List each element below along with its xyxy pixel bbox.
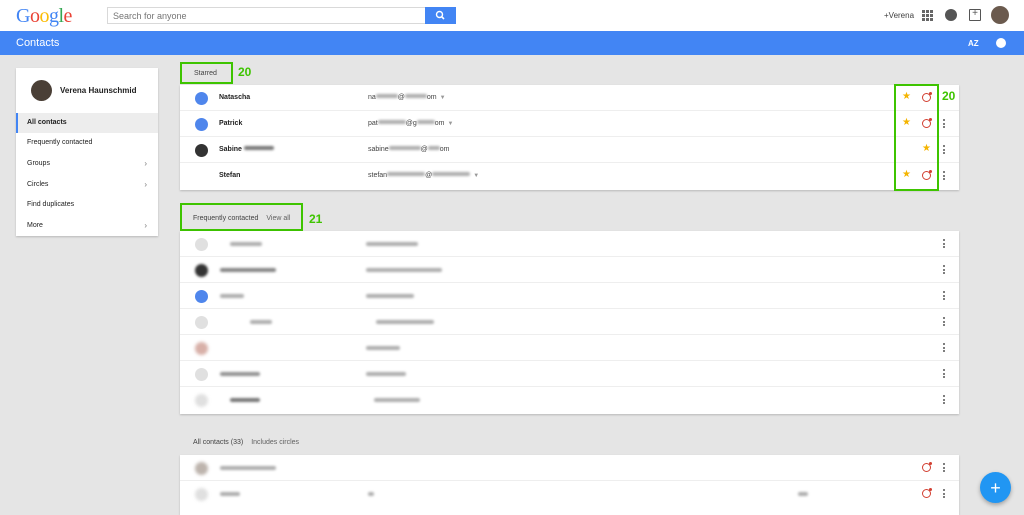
more-vert-icon[interactable] bbox=[943, 119, 946, 129]
table-row[interactable] bbox=[180, 455, 959, 481]
avatar bbox=[195, 488, 208, 501]
table-row[interactable] bbox=[180, 361, 959, 387]
highlight-box-star-icons bbox=[894, 84, 939, 191]
contact-name: Stefan bbox=[219, 172, 241, 179]
avatar bbox=[195, 342, 208, 355]
contact-email: sabine @ om bbox=[368, 146, 450, 153]
chevron-down-icon[interactable]: ▼ bbox=[440, 95, 446, 101]
avatar bbox=[31, 80, 52, 101]
google-plus-circle-icon[interactable] bbox=[922, 488, 932, 498]
notifications-icon[interactable] bbox=[945, 9, 957, 21]
sidebar-user-name: Verena Haunschmid bbox=[60, 86, 137, 95]
section-header-frequent: Frequently contacted View all bbox=[193, 215, 291, 222]
annotation-label: 20 bbox=[238, 65, 252, 79]
sidebar: Verena Haunschmid All contacts Frequentl… bbox=[16, 68, 158, 236]
sidebar-item-find-duplicates[interactable]: Find duplicates bbox=[16, 195, 158, 215]
table-row[interactable] bbox=[180, 481, 959, 507]
avatar bbox=[195, 394, 208, 407]
table-row[interactable]: Patrick pat @g om ▼ ★ bbox=[180, 111, 959, 137]
all-contacts-card bbox=[180, 455, 959, 515]
table-row[interactable] bbox=[180, 283, 959, 309]
view-all-link[interactable]: View all bbox=[266, 215, 290, 222]
more-vert-icon[interactable] bbox=[943, 171, 946, 181]
sidebar-item-all-contacts[interactable]: All contacts bbox=[16, 113, 158, 133]
starred-contacts-card: Natascha na @ om ▼ ★ Patrick pat @g om ▼ ★ Sab… bbox=[180, 85, 959, 190]
sidebar-item-groups[interactable]: Groups › bbox=[16, 154, 158, 174]
avatar bbox=[195, 144, 208, 157]
avatar bbox=[195, 368, 208, 381]
table-row[interactable] bbox=[180, 335, 959, 361]
search-button[interactable] bbox=[425, 7, 456, 24]
more-vert-icon[interactable] bbox=[943, 317, 946, 327]
sort-az-icon[interactable]: AZ bbox=[968, 39, 979, 48]
avatar bbox=[195, 316, 208, 329]
google-plus-user-link[interactable]: +Verena bbox=[884, 11, 914, 20]
avatar bbox=[195, 264, 208, 277]
chevron-right-icon: › bbox=[144, 159, 147, 168]
more-vert-icon[interactable] bbox=[943, 369, 946, 379]
app-bar: Contacts AZ bbox=[0, 31, 1024, 55]
sidebar-item-circles[interactable]: Circles › bbox=[16, 175, 158, 195]
frequent-contacts-card bbox=[180, 231, 959, 414]
sidebar-item-frequently-contacted[interactable]: Frequently contacted bbox=[16, 133, 158, 153]
annotation-label: 21 bbox=[309, 212, 323, 226]
sidebar-item-more[interactable]: More › bbox=[16, 216, 158, 236]
table-row[interactable] bbox=[180, 231, 959, 257]
more-vert-icon[interactable] bbox=[943, 145, 946, 155]
chevron-down-icon[interactable]: ▼ bbox=[447, 121, 453, 127]
annotation-label: 20 bbox=[942, 89, 956, 103]
table-row[interactable]: Stefan stefan @ ▼ ★ bbox=[180, 163, 959, 189]
google-plus-circle-icon[interactable] bbox=[922, 462, 932, 472]
table-row[interactable] bbox=[180, 387, 959, 413]
more-vert-icon[interactable] bbox=[943, 463, 946, 473]
avatar bbox=[195, 238, 208, 251]
contact-email: pat @g om ▼ bbox=[368, 120, 454, 127]
section-header-starred: Starred bbox=[194, 70, 217, 77]
chevron-down-icon[interactable]: ▼ bbox=[473, 173, 479, 179]
share-plus-icon[interactable]: + bbox=[969, 9, 981, 21]
contact-email: stefan @ ▼ bbox=[368, 172, 480, 179]
avatar bbox=[195, 290, 208, 303]
contact-email: na @ om ▼ bbox=[368, 94, 446, 101]
more-vert-icon[interactable] bbox=[943, 265, 946, 275]
avatar bbox=[195, 92, 208, 105]
table-row[interactable] bbox=[180, 309, 959, 335]
table-row[interactable]: Sabine sabine @ om ★ bbox=[180, 137, 959, 163]
search-input[interactable] bbox=[107, 7, 425, 24]
avatar bbox=[195, 462, 208, 475]
google-top-bar: Google +Verena + bbox=[0, 0, 1024, 31]
google-logo[interactable]: Google bbox=[16, 5, 72, 28]
more-vert-icon[interactable] bbox=[943, 343, 946, 353]
table-row[interactable]: Natascha na @ om ▼ ★ bbox=[180, 85, 959, 111]
add-contact-button[interactable]: + bbox=[980, 472, 1011, 503]
contact-name: Natascha bbox=[219, 94, 251, 101]
table-row[interactable] bbox=[180, 257, 959, 283]
apps-grid-icon[interactable] bbox=[922, 10, 933, 21]
chevron-right-icon: › bbox=[144, 180, 147, 189]
more-vert-icon[interactable] bbox=[943, 489, 946, 499]
section-header-all-contacts: All contacts (33) Includes circles bbox=[193, 439, 300, 446]
contact-name: Patrick bbox=[219, 120, 243, 127]
more-vert-icon[interactable] bbox=[943, 395, 946, 405]
account-avatar[interactable] bbox=[991, 6, 1009, 24]
chevron-right-icon: › bbox=[144, 221, 147, 230]
chat-icon[interactable] bbox=[996, 38, 1006, 48]
page-title: Contacts bbox=[16, 37, 60, 49]
avatar bbox=[195, 118, 208, 131]
search-icon bbox=[435, 10, 445, 20]
more-vert-icon[interactable] bbox=[943, 291, 946, 301]
more-vert-icon[interactable] bbox=[943, 239, 946, 249]
contact-name: Sabine bbox=[219, 146, 274, 153]
